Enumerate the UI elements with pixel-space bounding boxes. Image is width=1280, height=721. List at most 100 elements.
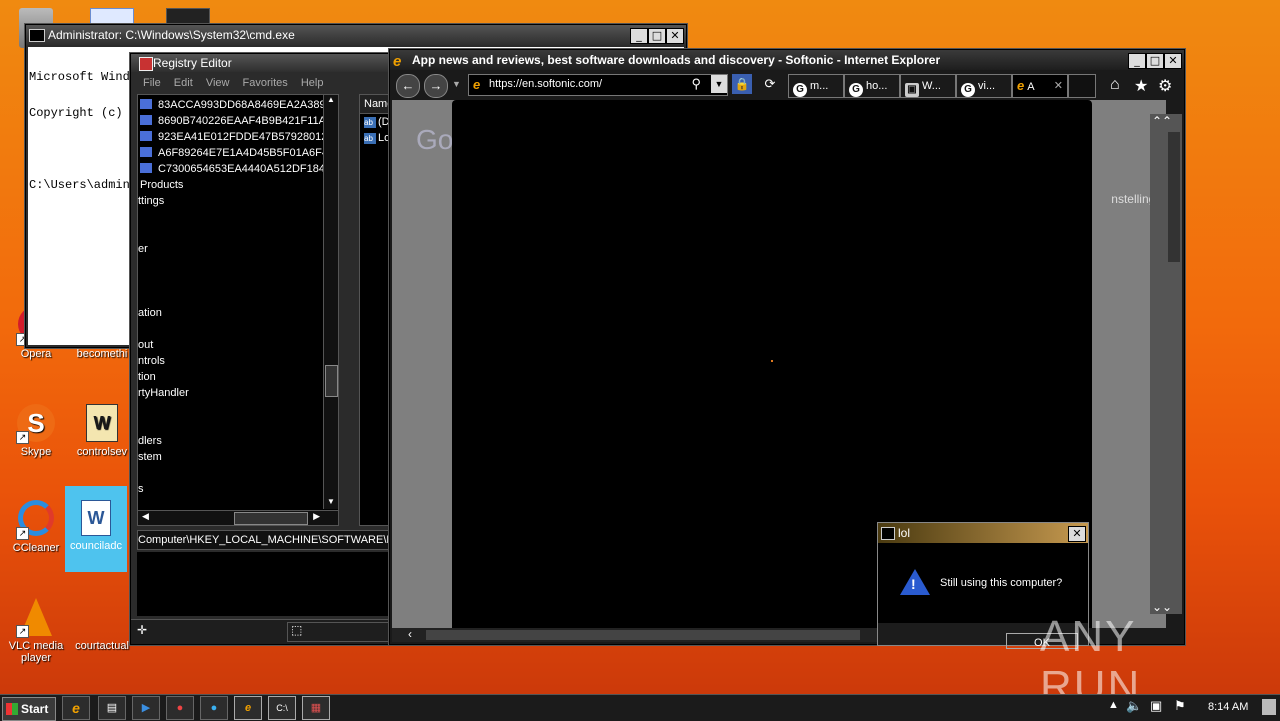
value-row[interactable]: ab (D	[360, 114, 392, 130]
desktop-icon-vlc[interactable]: ↗ VLC media player	[6, 598, 66, 664]
tree-item[interactable]: rtyHandler	[138, 385, 189, 401]
address-dropdown-icon[interactable]: ▼	[711, 75, 727, 93]
search-icon[interactable]: ⚲	[691, 76, 701, 92]
scroll-thumb[interactable]	[325, 365, 338, 397]
tree-item[interactable]: ation	[138, 305, 162, 321]
start-button[interactable]: Start	[2, 697, 56, 721]
tree-item[interactable]: ntrols	[138, 353, 165, 369]
close-tab-icon[interactable]: ✕	[1054, 75, 1063, 97]
browser-tab[interactable]: Gm...	[788, 74, 844, 98]
taskbar-regedit-button[interactable]: ▦	[302, 696, 330, 720]
registry-tree[interactable]: 83ACCA993DD68A8469EA2A389C57 8690B740226…	[137, 94, 339, 526]
address-bar[interactable]: e ⚲ ▼	[468, 74, 728, 96]
media-player-icon: ▶	[141, 702, 151, 714]
menu-edit[interactable]: Edit	[174, 77, 193, 89]
close-button[interactable]: ✕	[1164, 53, 1182, 69]
favorites-star-icon[interactable]: ★	[1134, 76, 1148, 96]
desktop-icon-controlsev[interactable]: W controlsev	[72, 404, 132, 458]
word-document-icon: W	[81, 500, 111, 536]
scroll-right-arrow[interactable]: ▶	[313, 511, 320, 522]
folder-icon: ▤	[106, 702, 118, 714]
tree-item[interactable]: dlers	[138, 433, 162, 449]
desktop-icon-skype[interactable]: S ↗ Skype	[6, 404, 66, 458]
browser-tab-active[interactable]: e A ✕	[1012, 74, 1068, 98]
settings-gear-icon[interactable]: ⚙	[1158, 76, 1172, 96]
tree-item[interactable]: A6F89264E7E1A4D45B5F01A6F4E08	[138, 145, 338, 161]
desktop-icon-courtactual[interactable]: courtactual	[72, 598, 132, 652]
tree-vertical-scrollbar[interactable]: ▲ ▼	[323, 95, 338, 509]
clock[interactable]: 8:14 AM	[1208, 701, 1248, 713]
tree-item[interactable]: C7300654653EA4440A512DF184D7C	[138, 161, 338, 177]
taskbar-ie-window-button[interactable]: e	[234, 696, 262, 720]
scroll-thumb[interactable]	[234, 512, 308, 525]
page-vertical-scrollbar[interactable]: ⌃⌃ ⌄⌄	[1150, 114, 1182, 614]
tree-item[interactable]: ttings	[138, 193, 164, 209]
regedit-status-path: Computer\HKEY_LOCAL_MACHINE\SOFTWARE\Mic…	[137, 530, 393, 550]
vlc-cone-icon: ↗	[16, 598, 56, 638]
registry-editor-window[interactable]: Registry Editor File Edit View Favorites…	[130, 53, 393, 645]
forward-button[interactable]: →	[424, 74, 448, 98]
maximize-button[interactable]: □	[1146, 53, 1164, 69]
menu-view[interactable]: View	[206, 77, 230, 89]
back-button[interactable]: ←	[396, 74, 420, 98]
tree-item[interactable]: er	[138, 241, 148, 257]
column-header-name[interactable]: Name	[360, 95, 392, 114]
browser-tab[interactable]: Gho...	[844, 74, 900, 98]
menu-help[interactable]: Help	[301, 77, 324, 89]
tree-item[interactable]: out	[138, 337, 153, 353]
taskbar-explorer-button[interactable]: ▤	[98, 696, 126, 720]
tree-item[interactable]: stem	[138, 449, 162, 465]
network-icon[interactable]: ▣	[1150, 698, 1162, 714]
document-icon	[82, 598, 122, 638]
home-icon[interactable]: ⌂	[1110, 76, 1120, 94]
desktop-icon-counciladc-selected[interactable]: W counciladc	[65, 486, 127, 572]
registry-values-pane[interactable]: Name ab (D ab Lo	[359, 94, 393, 526]
taskbar-ie-button[interactable]: e	[62, 696, 90, 720]
regedit-titlebar[interactable]: Registry Editor	[131, 54, 391, 72]
new-tab-button[interactable]	[1068, 74, 1096, 98]
tree-item[interactable]: 923EA41E012FDDE47B579280126CC	[138, 129, 338, 145]
action-center-flag-icon[interactable]: ⚑	[1174, 698, 1186, 714]
menu-favorites[interactable]: Favorites	[243, 77, 288, 89]
maximize-button[interactable]: □	[648, 28, 666, 44]
scroll-down-arrow[interactable]: ▼	[324, 497, 338, 509]
menu-file[interactable]: File	[143, 77, 161, 89]
taskbar-cmd-button[interactable]: C:\	[268, 696, 296, 720]
cmd-titlebar[interactable]: Administrator: C:\Windows\System32\cmd.e…	[26, 25, 686, 45]
dialog-titlebar[interactable]: lol	[878, 523, 1088, 543]
value-row[interactable]: ab Lo	[360, 130, 392, 146]
show-hidden-icons[interactable]: ▲	[1108, 699, 1119, 711]
refresh-icon[interactable]: ⟳	[760, 74, 780, 94]
minimize-button[interactable]: _	[630, 28, 648, 44]
taskbar-app-button[interactable]: ●	[200, 696, 228, 720]
scroll-left-arrow[interactable]: ◀	[142, 511, 149, 522]
tree-item[interactable]: s	[138, 481, 144, 497]
ie-titlebar[interactable]: e App news and reviews, best software do…	[390, 50, 1184, 70]
tree-item[interactable]: 83ACCA993DD68A8469EA2A389C57	[138, 97, 338, 113]
dialog-close-button[interactable]: ✕	[1068, 526, 1086, 542]
taskbar-chrome-button[interactable]: ●	[166, 696, 194, 720]
volume-icon[interactable]: 🔈	[1126, 698, 1142, 714]
scroll-left-arrow[interactable]: ‹	[408, 627, 412, 641]
taskbar-media-button[interactable]: ▶	[132, 696, 160, 720]
desktop-icon-label: counciladc	[70, 540, 122, 552]
lock-icon[interactable]: 🔒	[732, 74, 752, 94]
regedit-bottom-area	[137, 552, 391, 616]
tree-item[interactable]: Products	[140, 177, 183, 193]
scroll-track[interactable]	[426, 630, 860, 640]
desktop-icon-ccleaner[interactable]: ↗ CCleaner	[6, 500, 66, 554]
scroll-up-arrow[interactable]: ▲	[324, 95, 338, 107]
tree-horizontal-scrollbar[interactable]: ◀ ▶	[138, 510, 338, 525]
page-horizontal-scrollbar[interactable]: ‹	[392, 627, 880, 642]
tree-item[interactable]: 8690B740226EAAF4B9B421F11A90D	[138, 113, 338, 129]
minimize-button[interactable]: _	[1128, 53, 1146, 69]
browser-tab[interactable]: Gvi...	[956, 74, 1012, 98]
browser-tab[interactable]: ▣ W...	[900, 74, 956, 98]
tree-item[interactable]: tion	[138, 369, 156, 385]
scroll-up-arrow[interactable]: ⌃⌃	[1152, 114, 1172, 128]
show-desktop-button[interactable]	[1262, 699, 1276, 715]
url-input[interactable]	[489, 76, 689, 92]
history-dropdown-icon[interactable]: ▼	[452, 79, 461, 89]
scroll-thumb[interactable]	[1168, 132, 1180, 262]
close-button[interactable]: ✕	[666, 28, 684, 44]
